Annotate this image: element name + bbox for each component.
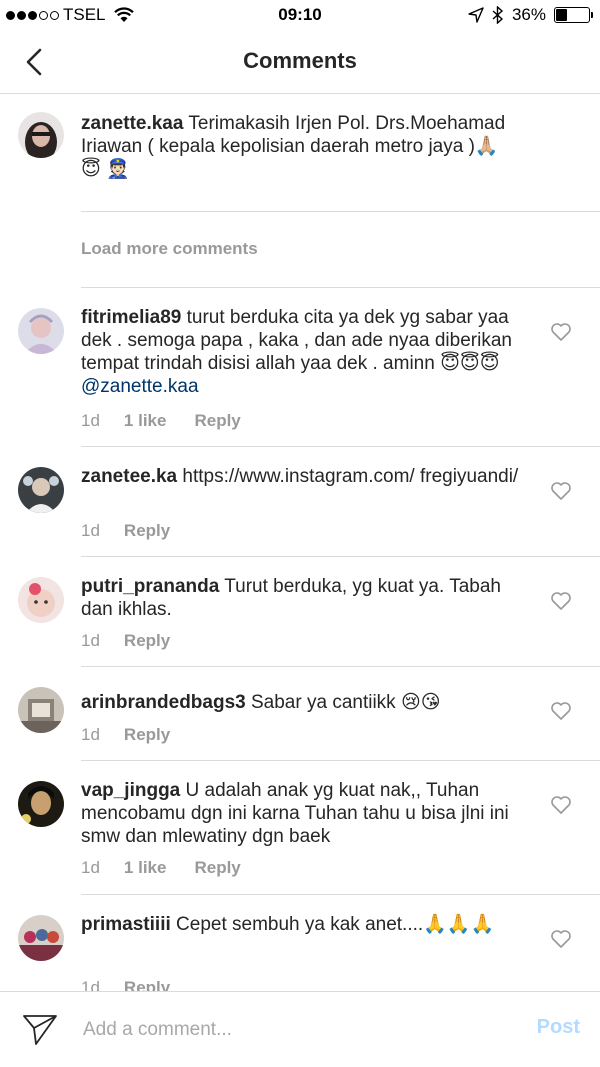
battery-icon xyxy=(554,7,593,23)
comment-text: vap_jingga U adalah anak yg kuat nak,, T… xyxy=(81,779,536,848)
comment-item: vap_jingga U adalah anak yg kuat nak,, T… xyxy=(0,761,600,895)
username-link[interactable]: vap_jingga xyxy=(81,780,180,801)
avatar[interactable] xyxy=(18,308,64,354)
caption-emoji: 😇 👮🏻 xyxy=(81,159,130,180)
mention-link[interactable]: @zanette.kaa xyxy=(81,376,199,397)
likes-count[interactable]: 1 like xyxy=(124,858,167,878)
status-right: 36% xyxy=(468,5,593,25)
likes-count[interactable]: 1 like xyxy=(124,411,167,431)
timestamp: 1d xyxy=(81,978,100,991)
timestamp: 1d xyxy=(81,521,100,540)
comment-input[interactable] xyxy=(83,1016,503,1044)
reply-button[interactable]: Reply xyxy=(194,411,240,431)
comment-item: putri_prananda Turut berduka, yg kuat ya… xyxy=(0,557,600,667)
reply-button[interactable]: Reply xyxy=(124,978,170,991)
comment-meta: 1d Reply xyxy=(81,978,198,991)
caption-comment: zanette.kaa Terimakasih Irjen Pol. Drs.M… xyxy=(0,94,600,212)
comment-meta: 1d Reply xyxy=(81,631,198,651)
reply-button[interactable]: Reply xyxy=(124,521,170,541)
post-button[interactable]: Post xyxy=(537,1016,580,1039)
comment-item: arinbrandedbags3 Sabar ya cantiikk 😢😘 1d… xyxy=(0,667,600,761)
comment-meta: 1d Reply xyxy=(81,521,198,541)
comment-composer: Post xyxy=(0,991,600,1067)
heart-icon[interactable] xyxy=(550,929,572,949)
load-more-comments-button[interactable]: Load more comments xyxy=(81,239,258,259)
page-title: Comments xyxy=(243,48,357,73)
username-link[interactable]: zanetee.ka xyxy=(81,466,177,487)
caption-text: zanette.kaa Terimakasih Irjen Pol. Drs.M… xyxy=(81,112,536,181)
comment-body: Cepet sembuh ya kak anet....🙏🙏🙏 xyxy=(176,914,495,935)
battery-percent: 36% xyxy=(511,5,546,24)
reply-button[interactable]: Reply xyxy=(194,858,240,878)
heart-icon[interactable] xyxy=(550,591,572,611)
avatar[interactable] xyxy=(18,781,64,827)
comment-text: arinbrandedbags3 Sabar ya cantiikk 😢😘 xyxy=(81,691,536,714)
heart-icon[interactable] xyxy=(550,322,572,342)
username-link[interactable]: putri_prananda xyxy=(81,576,219,597)
avatar[interactable] xyxy=(18,915,64,961)
comment-item: zanetee.ka https://www.instagram.com/ fr… xyxy=(0,447,600,557)
avatar[interactable] xyxy=(18,112,64,158)
timestamp: 1d xyxy=(81,725,100,744)
reply-button[interactable]: Reply xyxy=(124,725,170,745)
comment-body: https://www.instagram.com/ fregiyuandi/ xyxy=(182,466,519,487)
comment-text: fitrimelia89 turut berduka cita ya dek y… xyxy=(81,306,536,398)
avatar[interactable] xyxy=(18,687,64,733)
avatar[interactable] xyxy=(18,577,64,623)
comment-meta: 1d 1 like Reply xyxy=(81,411,269,431)
timestamp: 1d xyxy=(81,631,100,650)
username-link[interactable]: zanette.kaa xyxy=(81,113,183,134)
comment-text: zanetee.ka https://www.instagram.com/ fr… xyxy=(81,465,536,488)
username-link[interactable]: fitrimelia89 xyxy=(81,307,181,328)
avatar[interactable] xyxy=(18,467,64,513)
location-arrow-icon xyxy=(468,7,484,23)
paper-plane-icon[interactable] xyxy=(22,1012,58,1046)
comment-item: fitrimelia89 turut berduka cita ya dek y… xyxy=(0,288,600,446)
status-bar: TSEL 09:10 36% xyxy=(0,0,600,30)
comment-item: primastiiii Cepet sembuh ya kak anet....… xyxy=(0,895,600,991)
timestamp: 1d xyxy=(81,411,100,430)
comment-meta: 1d 1 like Reply xyxy=(81,858,269,878)
heart-icon[interactable] xyxy=(550,795,572,815)
navigation-bar: Comments xyxy=(0,30,600,94)
comment-meta: 1d Reply xyxy=(81,725,198,745)
timestamp: 1d xyxy=(81,858,100,877)
username-link[interactable]: arinbrandedbags3 xyxy=(81,692,246,713)
bluetooth-icon xyxy=(492,6,504,24)
comment-body: Sabar ya cantiikk 😢😘 xyxy=(251,692,441,713)
heart-icon[interactable] xyxy=(550,701,572,721)
comment-text: putri_prananda Turut berduka, yg kuat ya… xyxy=(81,575,536,621)
username-link[interactable]: primastiiii xyxy=(81,914,171,935)
divider xyxy=(81,211,600,212)
comment-text: primastiiii Cepet sembuh ya kak anet....… xyxy=(81,913,501,936)
heart-icon[interactable] xyxy=(550,481,572,501)
reply-button[interactable]: Reply xyxy=(124,631,170,651)
